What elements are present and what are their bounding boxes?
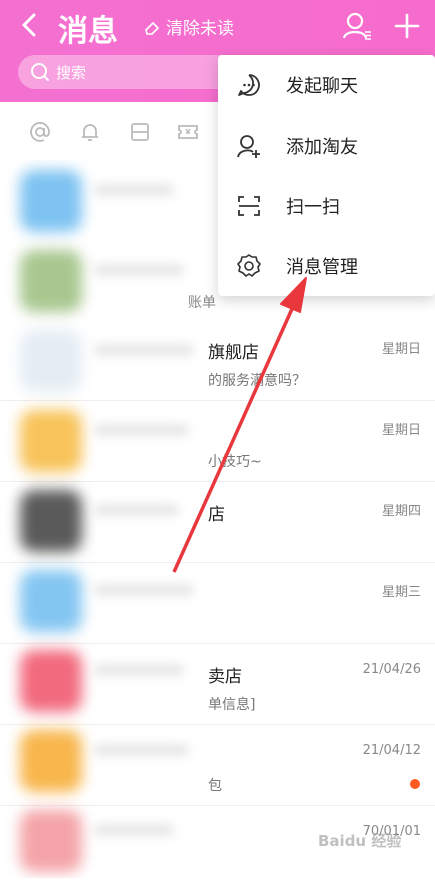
at-icon[interactable]: [28, 120, 52, 144]
conversation-time: 21/04/26: [362, 662, 421, 677]
conversation-time: 21/04/12: [362, 743, 421, 758]
conversation-time: 星期四: [381, 504, 421, 519]
page-title: 消息: [58, 14, 118, 49]
menu-label: 发起聊天: [286, 76, 358, 97]
chat-bubble-icon: [238, 74, 260, 96]
contacts-icon[interactable]: [341, 10, 373, 42]
eraser-icon: [145, 21, 159, 35]
plus-icon[interactable]: [393, 12, 421, 40]
conversation-name: 卖店: [208, 667, 242, 687]
add-friend-icon: [237, 135, 260, 158]
conversation-preview: 的服务满意吗？: [208, 373, 306, 389]
blurred-text: [94, 664, 184, 676]
blurred-text: [94, 824, 174, 836]
avatar: [20, 570, 82, 632]
clear-unread-label: 清除未读: [166, 19, 234, 39]
avatar: [20, 330, 82, 392]
gear-icon: [237, 254, 261, 277]
blurred-text: [94, 184, 174, 196]
menu-label: 消息管理: [286, 257, 358, 278]
clear-unread-button[interactable]: 清除未读: [143, 14, 234, 39]
avatar: [20, 250, 82, 312]
conversation-time: 星期日: [381, 342, 421, 357]
blurred-text: [94, 504, 179, 516]
menu-item-add-friend[interactable]: 添加淘友: [218, 116, 435, 176]
conversation-name: 旗舰店: [208, 343, 259, 363]
box-icon[interactable]: [128, 120, 152, 144]
back-arrow-icon[interactable]: [16, 10, 44, 40]
conversation-name: 店: [208, 505, 225, 525]
avatar: [20, 730, 82, 792]
conversation-preview: 小技巧~: [208, 454, 262, 470]
conversation-time: 星期三: [381, 585, 421, 600]
avatar: [20, 410, 82, 472]
menu-item-message-settings[interactable]: 消息管理: [218, 236, 435, 296]
avatar: [20, 650, 82, 712]
blurred-text: [94, 424, 189, 436]
blurred-text: [94, 264, 184, 276]
avatar: [20, 810, 82, 872]
avatar: [20, 170, 82, 232]
search-icon: [31, 63, 49, 81]
ticket-icon[interactable]: [176, 120, 200, 144]
menu-item-scan[interactable]: 扫一扫: [218, 176, 435, 236]
conversation-preview: 包: [208, 778, 222, 794]
menu-label: 扫一扫: [286, 197, 340, 218]
conversation-time: 星期日: [381, 423, 421, 438]
menu-item-start-chat[interactable]: 发起聊天: [218, 55, 435, 115]
bell-icon[interactable]: [78, 120, 102, 144]
watermark: Baidu 经验: [318, 832, 402, 850]
search-placeholder: 搜索: [56, 63, 87, 82]
blurred-text: [94, 744, 189, 756]
avatar: [20, 490, 82, 552]
menu-label: 添加淘友: [286, 137, 358, 158]
plus-dropdown-menu: 发起聊天 添加淘友 扫一扫 消息管理: [218, 55, 435, 296]
scan-icon: [238, 196, 260, 216]
blurred-avatars: [0, 160, 208, 878]
blurred-text: [94, 344, 194, 356]
conversation-preview: 单信息]: [208, 697, 256, 713]
blurred-text: [94, 584, 194, 596]
unread-dot: [410, 779, 420, 789]
